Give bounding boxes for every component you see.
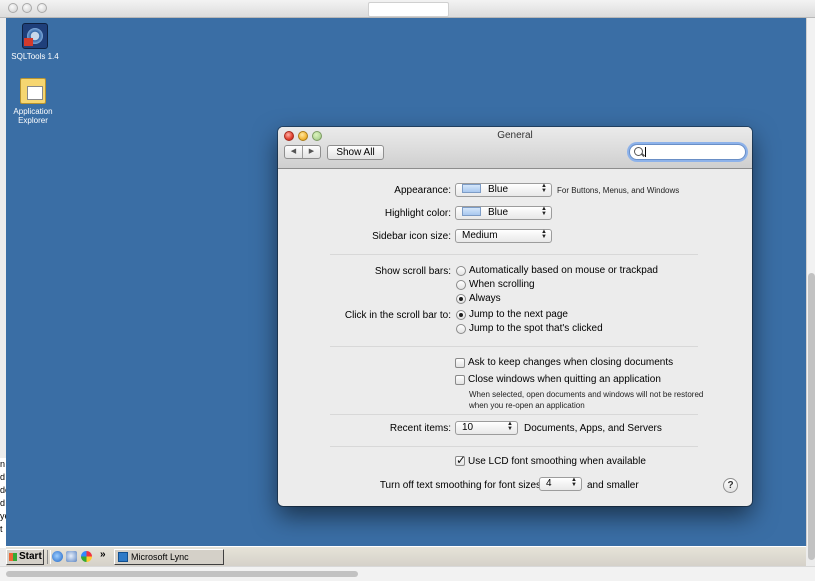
option-when-scrolling-label[interactable]: When scrolling (469, 279, 535, 290)
lync-icon (118, 552, 128, 562)
text-smoothing-note: and smaller (587, 480, 639, 491)
color-swatch (462, 184, 481, 193)
browser-icon[interactable] (81, 551, 92, 562)
desktop-icon-label: SQLTools 1.4 (11, 52, 59, 61)
outer-close-button[interactable] (8, 3, 18, 13)
outer-minimize-button[interactable] (22, 3, 32, 13)
recent-items-popup[interactable]: 10 ▲ ▼ (455, 421, 518, 435)
divider (330, 254, 698, 255)
desktop-icon-application-explorer[interactable]: Application Explorer (3, 78, 63, 125)
highlight-color-popup[interactable]: Blue ▲ ▼ (455, 206, 552, 220)
ask-keep-changes-label[interactable]: Ask to keep changes when closing documen… (468, 357, 673, 368)
close-windows-label[interactable]: Close windows when quitting an applicati… (468, 374, 661, 385)
outer-titlebar (0, 0, 815, 18)
vertical-scroll-thumb[interactable] (808, 273, 815, 560)
outer-zoom-button[interactable] (37, 3, 47, 13)
recent-items-note: Documents, Apps, and Servers (524, 423, 662, 434)
forward-arrow-icon[interactable]: ▶ (302, 146, 320, 158)
desktop-icon-sqltools[interactable]: SQLTools 1.4 (5, 23, 65, 61)
taskbar-button-lync[interactable]: Microsoft Lync (114, 549, 224, 565)
sidebar-icon-size-popup[interactable]: Medium ▲ ▼ (455, 229, 552, 243)
click-scroll-bar-label: Click in the scroll bar to: (344, 310, 451, 321)
appearance-popup[interactable]: Blue ▲ ▼ (455, 183, 552, 197)
background-window-edge: n d de d ye t (0, 458, 6, 548)
quick-launch-chevron-icon[interactable]: » (100, 549, 106, 560)
popup-arrows-icon: ▲ ▼ (571, 477, 577, 488)
recent-items-value: 10 (462, 422, 474, 433)
popup-arrows-icon: ▲ ▼ (541, 206, 547, 217)
radio-jump-next-page[interactable] (456, 310, 466, 320)
window-title: General (497, 130, 533, 141)
taskbar: Start » Microsoft Lync (6, 546, 806, 567)
lcd-smoothing-checkbox[interactable] (455, 453, 466, 467)
radio-automatically[interactable] (456, 266, 466, 276)
option-jump-to-spot-label[interactable]: Jump to the spot that's clicked (469, 323, 603, 334)
general-preferences-window: General ◀ ▶ Show All Appearance: Blue ▲ ▼… (278, 127, 752, 506)
search-icon (634, 147, 643, 156)
close-windows-note: When selected, open documents and window… (469, 390, 704, 410)
radio-when-scrolling[interactable] (456, 280, 466, 290)
close-windows-checkbox[interactable] (455, 375, 465, 385)
divider (330, 346, 698, 347)
text-smoothing-size-popup[interactable]: 4 ▲ ▼ (539, 477, 582, 491)
show-scroll-bars-label: Show scroll bars: (374, 266, 451, 277)
popup-arrows-icon: ▲ ▼ (541, 183, 547, 194)
popup-arrows-icon: ▲ ▼ (541, 229, 547, 240)
start-label: Start (19, 551, 42, 562)
option-jump-next-page-label[interactable]: Jump to the next page (469, 309, 568, 320)
radio-always[interactable] (456, 294, 466, 304)
desktop-icon-label: Application Explorer (13, 107, 53, 125)
window-toolbar: General ◀ ▶ Show All (278, 127, 752, 169)
taskbar-separator (47, 550, 51, 564)
appearance-value: Blue (488, 184, 509, 195)
horizontal-scrollbar[interactable] (0, 566, 815, 581)
text-smoothing-label: Turn off text smoothing for font sizes (379, 480, 541, 491)
sidebar-icon-size-value: Medium (462, 230, 498, 241)
lcd-smoothing-label[interactable]: Use LCD font smoothing when available (468, 456, 646, 467)
ask-keep-changes-checkbox[interactable] (455, 358, 465, 368)
sqltools-icon (22, 23, 48, 49)
text-smoothing-size-value: 4 (546, 478, 552, 489)
back-arrow-icon[interactable]: ◀ (285, 146, 302, 158)
back-forward-control: ◀ ▶ (284, 145, 321, 159)
desktop-show-icon[interactable] (66, 551, 77, 562)
sidebar-icon-size-label: Sidebar icon size: (372, 231, 451, 242)
radio-jump-to-spot[interactable] (456, 324, 466, 334)
internet-explorer-icon[interactable] (52, 551, 63, 562)
popup-arrows-icon: ▲ ▼ (507, 421, 513, 432)
recent-items-label: Recent items: (389, 423, 451, 434)
horizontal-scroll-thumb[interactable] (6, 571, 358, 577)
divider (330, 446, 698, 447)
start-button[interactable]: Start (6, 549, 44, 565)
folder-icon (20, 78, 46, 104)
divider (330, 414, 698, 415)
text-cursor (645, 147, 646, 157)
highlight-color-label: Highlight color: (384, 208, 451, 219)
outer-title-field (368, 2, 449, 17)
appearance-note: For Buttons, Menus, and Windows (557, 186, 680, 195)
help-button[interactable]: ? (723, 478, 738, 493)
taskbar-button-label: Microsoft Lync (131, 552, 189, 562)
option-automatically-label[interactable]: Automatically based on mouse or trackpad (469, 265, 658, 276)
vertical-scrollbar[interactable] (806, 18, 815, 560)
search-input[interactable] (629, 144, 746, 160)
appearance-label: Appearance: (394, 185, 451, 196)
windows-logo-icon (9, 553, 17, 561)
show-all-button[interactable]: Show All (327, 145, 384, 160)
highlight-color-value: Blue (488, 207, 509, 218)
option-always-label[interactable]: Always (469, 293, 501, 304)
color-swatch (462, 207, 481, 216)
